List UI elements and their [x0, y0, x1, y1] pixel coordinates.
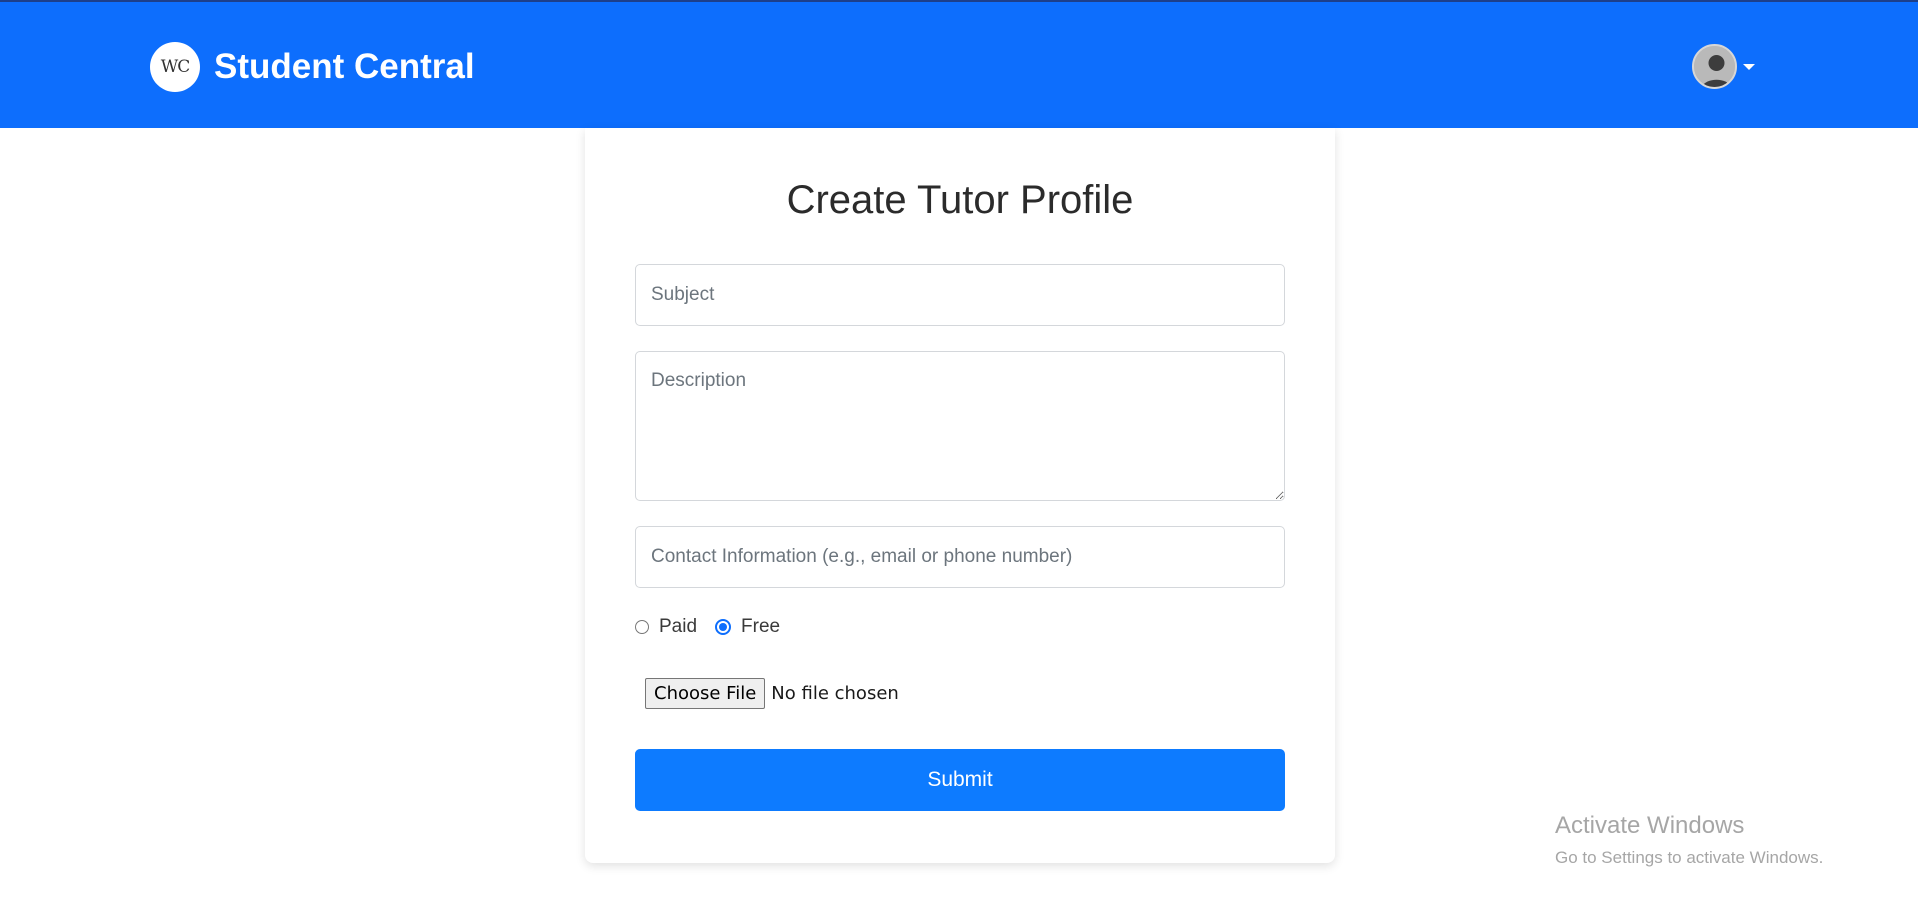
chevron-down-icon[interactable] [1743, 63, 1755, 70]
paid-label[interactable]: Paid [659, 616, 697, 638]
logo-icon: WC [150, 42, 200, 92]
page-title: Create Tutor Profile [786, 178, 1134, 222]
brand-link[interactable]: WC Student Central [150, 42, 475, 92]
user-silhouette-icon [1694, 46, 1735, 87]
choose-file-button[interactable]: Choose File [645, 678, 766, 709]
description-textarea[interactable] [635, 351, 1285, 501]
activate-windows-watermark: Activate Windows Go to Settings to activ… [1555, 812, 1823, 868]
free-radio[interactable] [715, 619, 732, 635]
watermark-subtitle: Go to Settings to activate Windows. [1555, 848, 1824, 867]
watermark-title: Activate Windows [1555, 812, 1745, 839]
file-status: No file chosen [771, 683, 899, 704]
contact-input[interactable] [635, 526, 1285, 588]
subject-input[interactable] [635, 264, 1285, 326]
tutor-profile-card: Create Tutor Profile Paid Free Choose Fi… [585, 128, 1335, 863]
brand-title: Student Central [214, 47, 475, 86]
free-label[interactable]: Free [741, 616, 780, 638]
paid-radio[interactable] [635, 620, 649, 634]
file-upload: Choose File No file chosen [645, 678, 899, 709]
user-menu[interactable] [1692, 44, 1755, 89]
top-navbar: WC Student Central [0, 0, 1918, 128]
pricing-radio-group: Paid Free [635, 616, 798, 638]
submit-button[interactable]: Submit [635, 749, 1285, 811]
avatar[interactable] [1692, 44, 1737, 89]
